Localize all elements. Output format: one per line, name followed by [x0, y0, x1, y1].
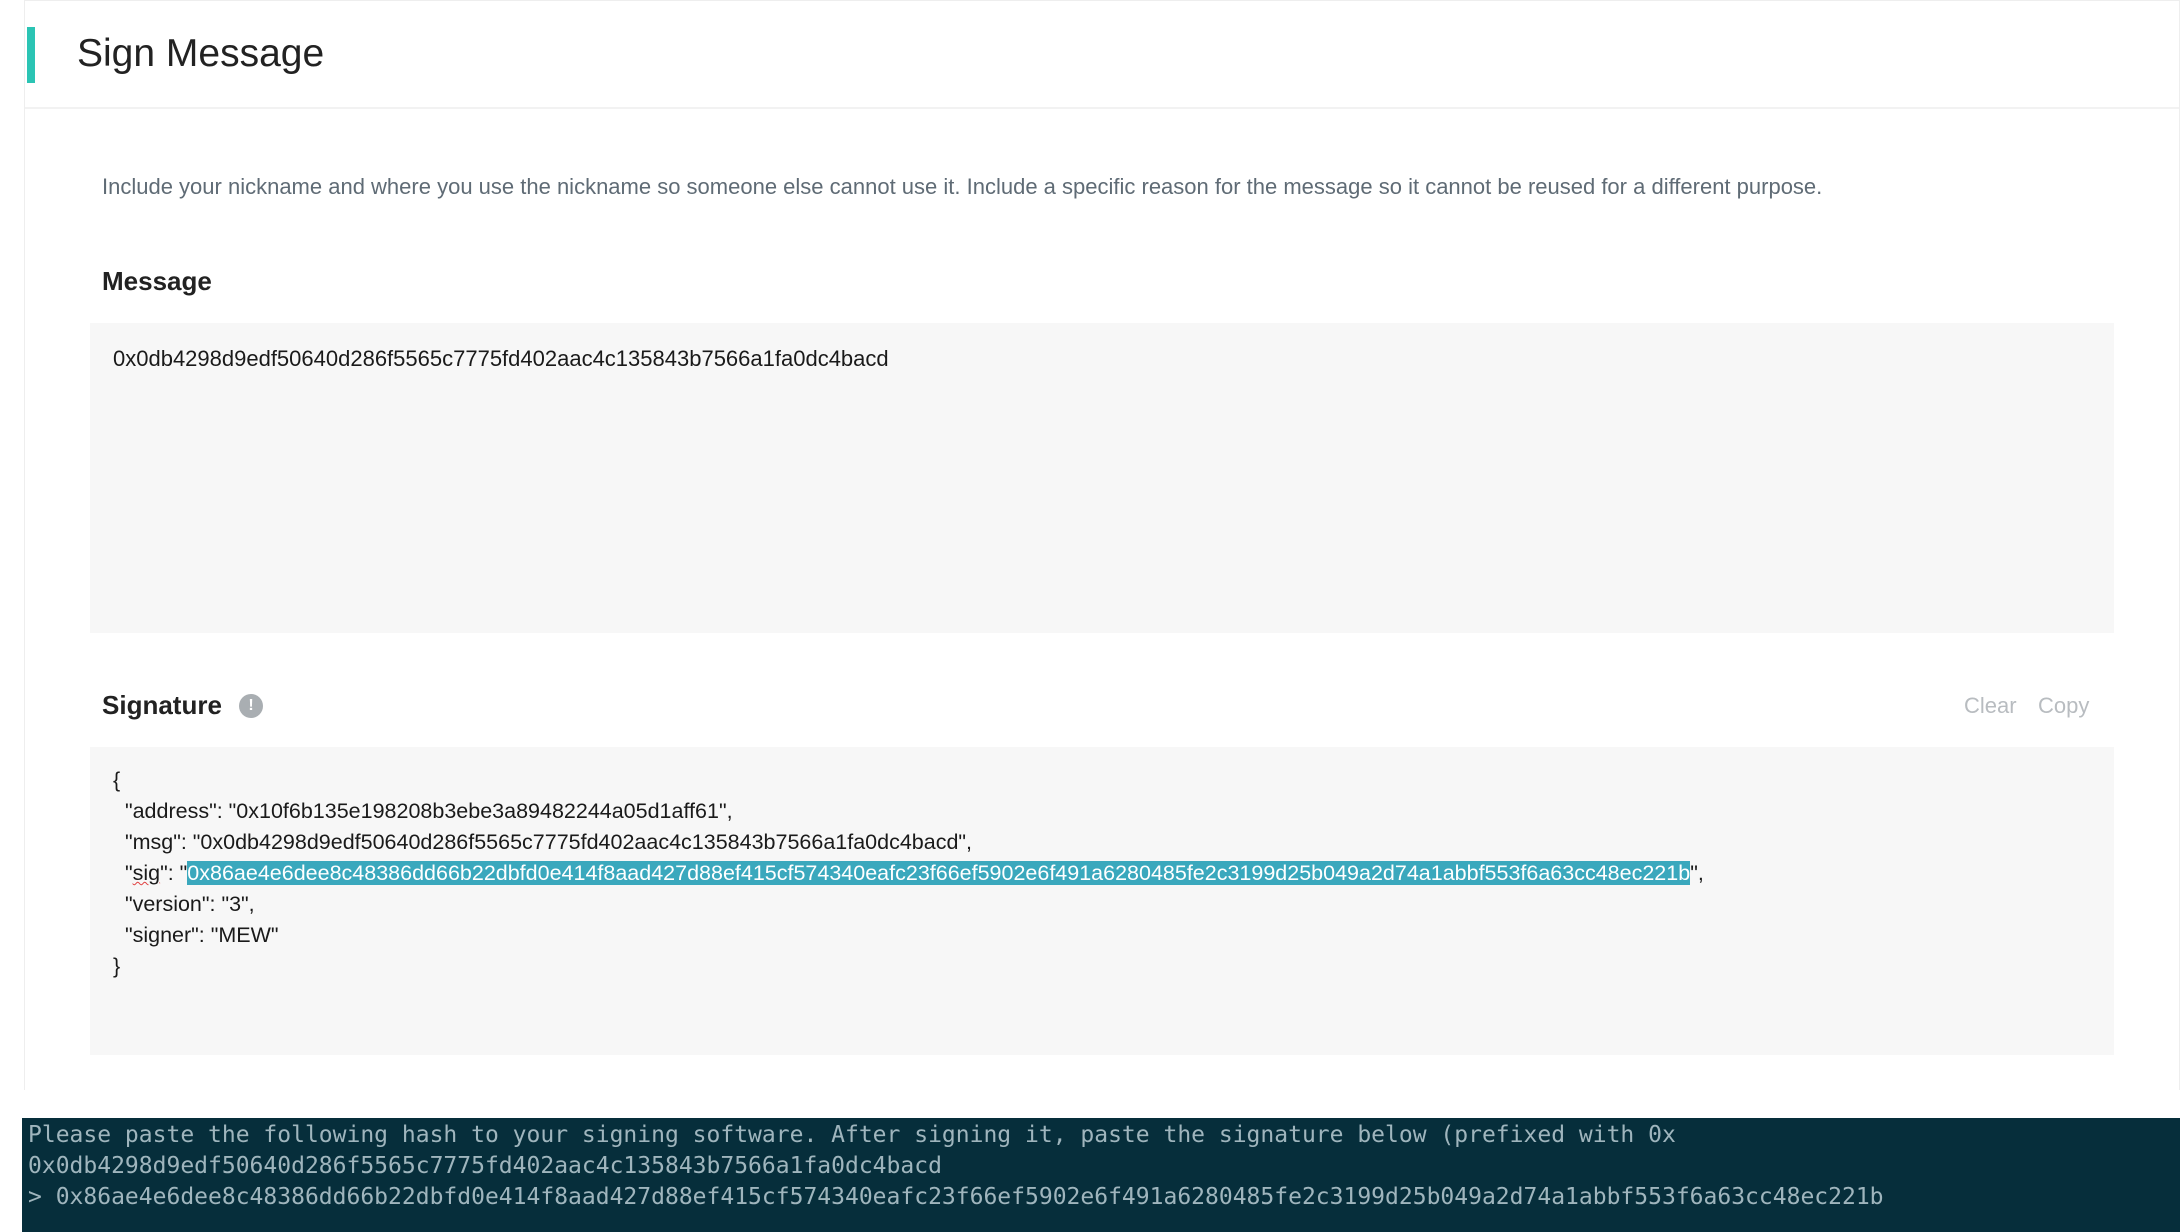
card-header: Sign Message — [25, 1, 2179, 109]
terminal-window[interactable]: Please paste the following hash to your … — [22, 1118, 2180, 1232]
signature-signer-line: "signer": "MEW" — [113, 923, 279, 947]
signature-output[interactable]: { "address": "0x10f6b135e198208b3ebe3a89… — [90, 747, 2114, 1055]
signature-msg-line: "msg": "0x0db4298d9edf50640d286f5565c777… — [113, 827, 2091, 858]
address-value: "0x10f6b135e198208b3ebe3a89482244a05d1af… — [228, 799, 733, 823]
copy-button[interactable]: Copy — [2038, 691, 2089, 721]
sig-key-separator: ": " — [160, 861, 188, 885]
page-title: Sign Message — [77, 32, 325, 75]
sig-value-selected[interactable]: 0x86ae4e6dee8c48386dd66b22dbfd0e414f8aad… — [187, 861, 1691, 885]
terminal-input-line[interactable]: > 0x86ae4e6dee8c48386dd66b22dbfd0e414f8a… — [28, 1182, 2174, 1213]
message-label: Message — [102, 266, 212, 296]
signature-sig-line: "sig": "0x86ae4e6dee8c48386dd66b22dbfd0e… — [113, 858, 2091, 889]
sig-key-quote: " — [113, 861, 133, 885]
terminal-instruction-line: Please paste the following hash to your … — [28, 1122, 1676, 1148]
address-key: "address": — [113, 799, 229, 823]
clear-button[interactable]: Clear — [1964, 691, 2017, 721]
signature-json-open: { — [113, 768, 121, 792]
sig-key: sig — [132, 861, 161, 885]
signature-label: Signature — [102, 690, 222, 720]
msg-key: "msg": — [113, 830, 193, 854]
page-description: Include your nickname and where you use … — [102, 174, 1823, 199]
signature-version-line: "version": "3", — [113, 892, 255, 916]
header-accent-bar — [27, 27, 35, 83]
terminal-hash-line: 0x0db4298d9edf50640d286f5565c7775fd402aa… — [28, 1153, 942, 1179]
sign-message-card: Sign Message Include your nickname and w… — [24, 0, 2180, 1090]
msg-value: "0x0db4298d9edf50640d286f5565c7775fd402a… — [192, 830, 973, 854]
sig-end: ", — [1690, 861, 1704, 885]
message-input[interactable]: 0x0db4298d9edf50640d286f5565c7775fd402aa… — [90, 323, 2114, 633]
signature-address-line: "address": "0x10f6b135e198208b3ebe3a8948… — [113, 796, 2091, 827]
signature-json-close: } — [113, 954, 121, 978]
info-icon[interactable]: ! — [239, 694, 263, 718]
